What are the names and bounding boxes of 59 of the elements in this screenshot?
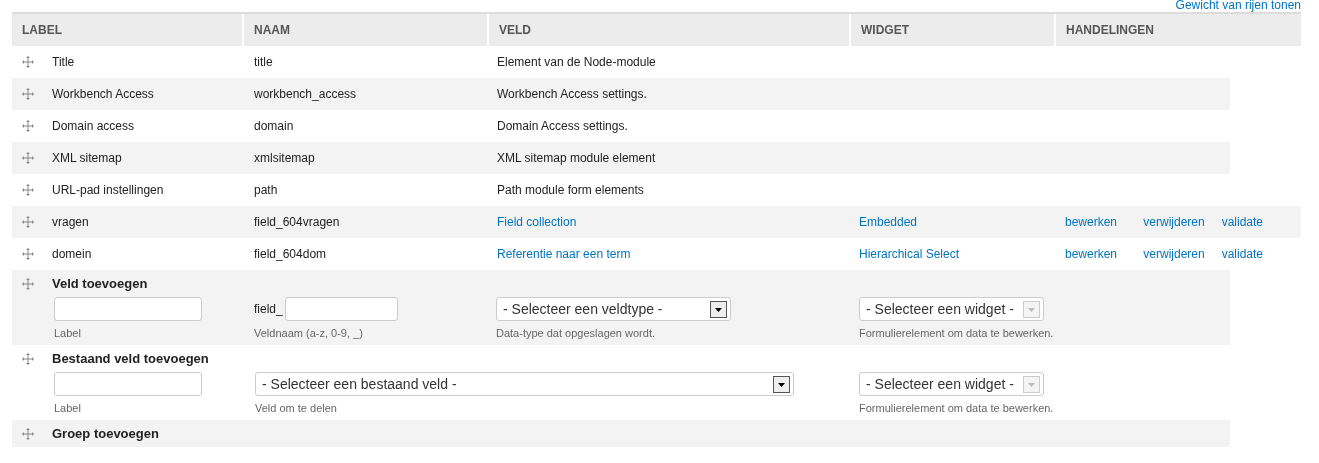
machine-name: domain: [253, 119, 295, 133]
field-hint: Label: [54, 402, 82, 414]
field-hint: Veldnaam (a-z, 0-9, _): [254, 327, 364, 339]
machine-name: xmlsitemap: [253, 151, 316, 165]
field-type: XML sitemap module element: [497, 151, 656, 165]
machine-name: field_604vragen: [253, 215, 341, 229]
machine-name: title: [253, 55, 274, 69]
field-label: vragen: [52, 215, 89, 229]
section-title: Groep toevoegen: [52, 426, 159, 441]
field-hint: Data-type dat opgeslagen wordt.: [496, 327, 656, 339]
field-label: Workbench Access: [52, 87, 154, 101]
field-hint: Formulierelement om data te bewerken.: [859, 402, 1054, 414]
drag-handle-icon[interactable]: [22, 184, 34, 196]
select-field[interactable]: - Selecteer een widget -: [859, 297, 1044, 321]
drag-handle-icon[interactable]: [22, 352, 34, 365]
field-type-link[interactable]: Referentie naar een term: [497, 247, 631, 261]
action-link[interactable]: bewerken: [1065, 215, 1144, 229]
field-label: domein: [52, 247, 92, 261]
section-title: Bestaand veld toevoegen: [52, 351, 209, 366]
field-prefix: field_: [254, 302, 283, 316]
show-row-weights-link[interactable]: Gewicht van rijen tonen: [1175, 0, 1301, 12]
drag-handle-icon[interactable]: [22, 427, 34, 440]
select-field[interactable]: - Selecteer een bestaand veld -: [255, 372, 794, 396]
field-type: Path module form elements: [497, 183, 644, 197]
drag-handle-icon[interactable]: [22, 88, 34, 100]
action-link[interactable]: verwijderen: [1143, 215, 1222, 229]
widget-link[interactable]: Hierarchical Select: [859, 247, 960, 261]
field-label: Title: [52, 55, 75, 69]
select-field[interactable]: - Selecteer een veldtype -: [496, 297, 731, 321]
drag-handle-icon[interactable]: [22, 152, 34, 164]
action-link[interactable]: validate: [1221, 247, 1300, 261]
field-label: URL-pad instellingen: [52, 183, 164, 197]
field-type: Domain Access settings.: [497, 119, 628, 133]
field-name-input[interactable]: [284, 297, 398, 321]
field-label: XML sitemap: [52, 151, 122, 165]
drag-handle-icon[interactable]: [22, 120, 34, 132]
field-type-link[interactable]: Field collection: [497, 215, 577, 229]
drag-handle-icon[interactable]: [22, 248, 34, 260]
field-hint: Formulierelement om data te bewerken.: [859, 327, 1054, 339]
field-type: Workbench Access settings.: [497, 87, 647, 101]
machine-name: path: [253, 183, 279, 197]
machine-name: field_604dom: [253, 247, 328, 261]
drag-handle-icon[interactable]: [22, 216, 34, 228]
field-label: Domain access: [52, 119, 135, 133]
drag-handle-icon[interactable]: [22, 277, 34, 290]
drag-handle-icon[interactable]: [22, 56, 34, 68]
label-input[interactable]: [54, 297, 202, 321]
section-title: Veld toevoegen: [52, 276, 148, 291]
machine-name: workbench_access: [253, 87, 358, 101]
field-type: Element van de Node-module: [497, 55, 656, 69]
widget-link[interactable]: Embedded: [859, 215, 918, 229]
action-link[interactable]: validate: [1221, 215, 1300, 229]
action-link[interactable]: bewerken: [1065, 247, 1144, 261]
action-link[interactable]: verwijderen: [1143, 247, 1222, 261]
column-header: LABEL: [21, 22, 63, 39]
field-hint: Label: [54, 327, 82, 339]
select-field[interactable]: - Selecteer een widget -: [859, 372, 1044, 396]
label-input[interactable]: [54, 372, 202, 396]
field-hint: Veld om te delen: [255, 402, 338, 414]
